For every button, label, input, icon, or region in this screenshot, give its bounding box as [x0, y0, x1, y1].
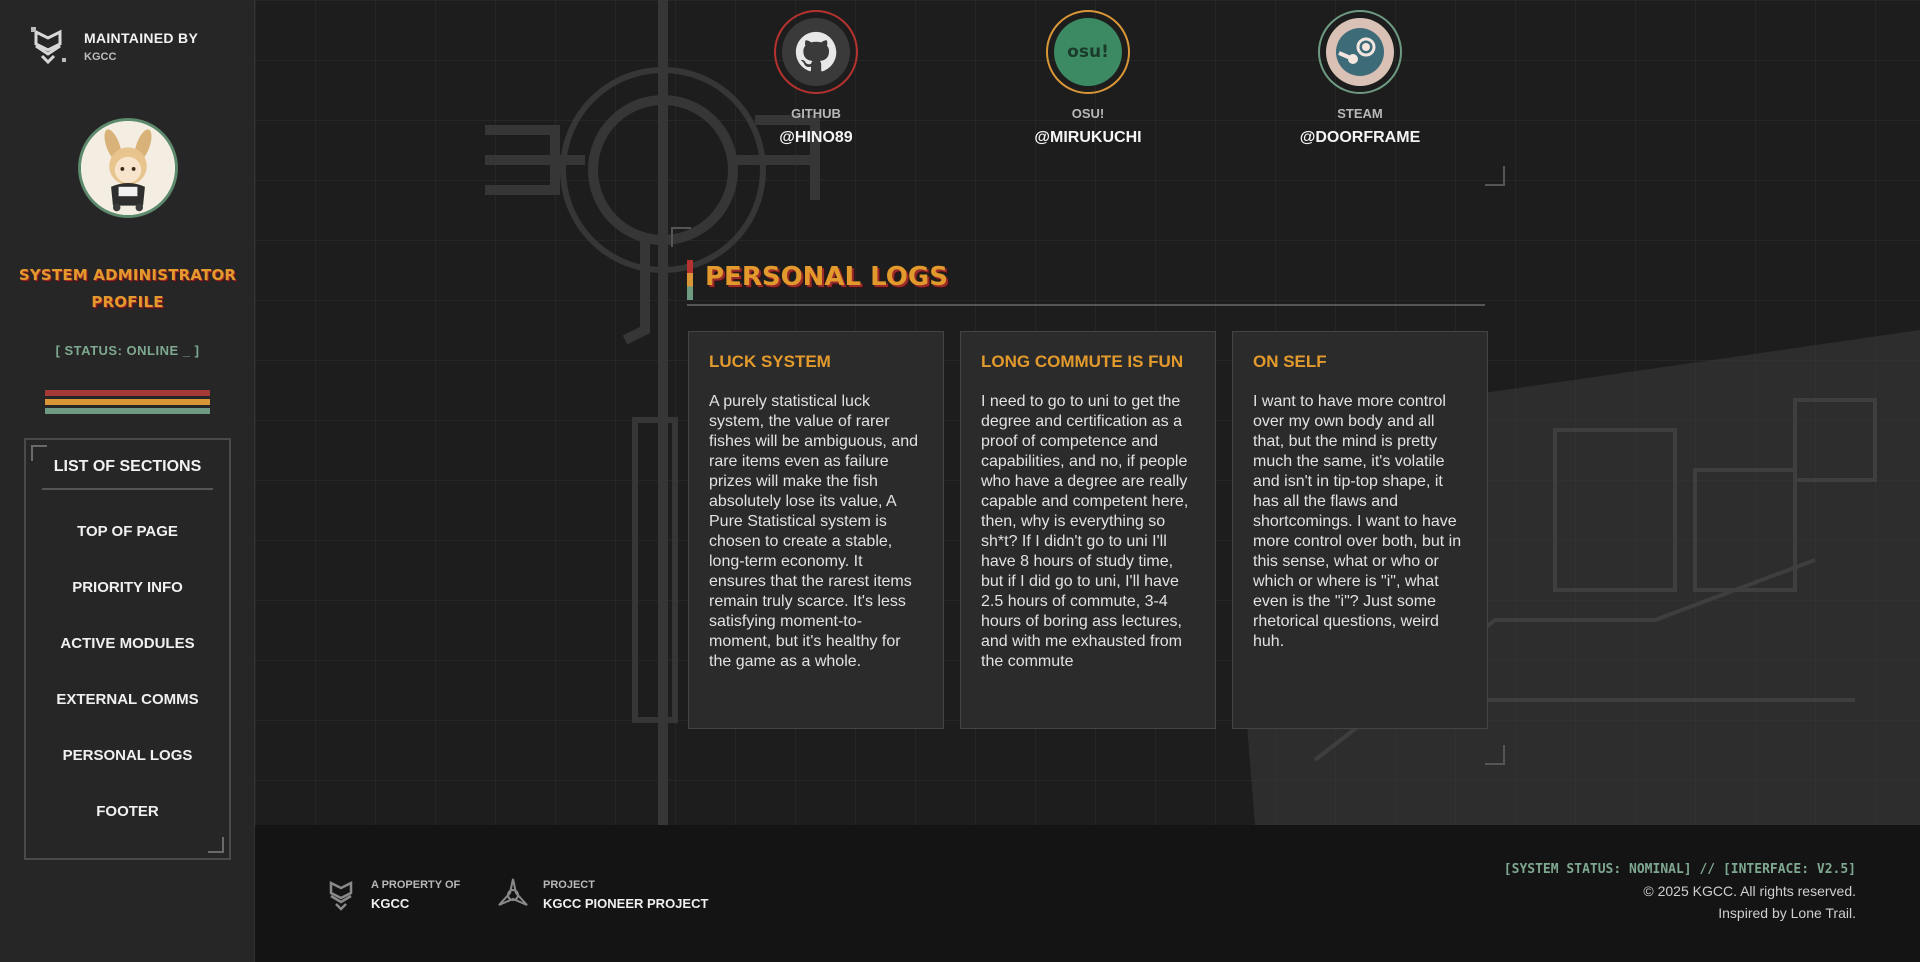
frame-corner [208, 837, 224, 853]
social-github[interactable]: GITHUB @HINO89 [736, 10, 896, 147]
github-glyph [795, 31, 837, 72]
maintained-by-name: KGCC [84, 50, 117, 63]
nav-active-modules[interactable]: ACTIVE MODULES [26, 635, 229, 652]
section-title: PERSONAL LOGS [705, 262, 948, 292]
social-label: STEAM [1337, 106, 1383, 121]
avatar [78, 118, 178, 218]
frame-corner [671, 227, 691, 247]
property-block: A PROPERTY OF KGCC [325, 877, 460, 913]
property-label: A PROPERTY OF [371, 879, 461, 891]
social-steam[interactable]: STEAM @DOORFRAME [1280, 10, 1440, 147]
section-divider [687, 304, 1485, 306]
steam-icon[interactable] [1318, 10, 1402, 94]
log-title: LONG COMMUTE IS FUN [981, 352, 1184, 371]
project-block: PROJECT KGCC PIONEER PROJECT [497, 877, 708, 913]
log-card: LONG COMMUTE IS FUN I need to go to uni … [960, 331, 1216, 729]
copyright: © 2025 KGCC. All rights reserved. [1643, 883, 1856, 899]
avatar-image [81, 121, 175, 215]
log-body: I need to go to uni to get the degree an… [981, 393, 1189, 670]
heading-accent-bar [687, 260, 693, 300]
kgcc-logo-icon [31, 27, 66, 65]
osu-icon[interactable]: osu! [1046, 10, 1130, 94]
log-body: A purely statistical luck system, the va… [709, 393, 919, 670]
status-indicator: [ STATUS: ONLINE _ ] [55, 343, 200, 358]
inspired-by: Inspired by Lone Trail. [1718, 905, 1856, 921]
main-content: GITHUB @HINO89 osu! OSU! @MIRUKUCHI STEA… [255, 0, 1920, 825]
log-card: ON SELF I want to have more control over… [1232, 331, 1488, 729]
stripe-orange [45, 399, 210, 405]
social-handle[interactable]: @HINO89 [736, 129, 896, 147]
footer: A PROPERTY OF KGCC PROJECT KGCC PIONEER … [255, 825, 1920, 962]
maintainer-block: MAINTAINED BY KGCC [28, 24, 198, 68]
maintained-by-label: MAINTAINED BY [84, 29, 199, 46]
sidebar: MAINTAINED BY KGCC SYSTEM ADMINISTRATOR … [0, 0, 255, 962]
color-stripes [45, 390, 210, 417]
project-value: KGCC PIONEER PROJECT [543, 896, 709, 911]
social-label: GITHUB [791, 106, 841, 121]
log-title: ON SELF [1253, 352, 1327, 371]
stripe-red [45, 390, 210, 396]
log-card: LUCK SYSTEM A purely statistical luck sy… [688, 331, 944, 729]
frame-corner [1485, 166, 1505, 186]
osu-glyph: osu! [1054, 18, 1122, 86]
project-label: PROJECT [543, 879, 595, 891]
nav-priority-info[interactable]: PRIORITY INFO [26, 579, 229, 596]
sections-heading: LIST OF SECTIONS [42, 458, 213, 490]
stripe-green [45, 408, 210, 414]
github-icon[interactable] [774, 10, 858, 94]
compass-star-icon [498, 878, 528, 906]
footer-meta: [SYSTEM STATUS: NOMINAL] // [INTERFACE: … [1504, 862, 1856, 921]
social-label: OSU! [1071, 106, 1105, 121]
nav-external-comms[interactable]: EXTERNAL COMMS [26, 691, 229, 708]
profile-title: SYSTEM ADMINISTRATOR PROFILE [18, 266, 237, 311]
log-body: I want to have more control over my own … [1253, 393, 1462, 650]
steam-glyph [1336, 28, 1384, 76]
nav-footer[interactable]: FOOTER [26, 803, 229, 820]
social-osu[interactable]: osu! OSU! @MIRUKUCHI [1008, 10, 1168, 147]
social-handle[interactable]: @DOORFRAME [1280, 129, 1440, 147]
property-value: KGCC [371, 896, 410, 911]
social-handle[interactable]: @MIRUKUCHI [1008, 129, 1168, 147]
log-title: LUCK SYSTEM [709, 352, 831, 371]
system-status: [SYSTEM STATUS: NOMINAL] // [INTERFACE: … [1503, 862, 1856, 877]
section-nav: LIST OF SECTIONS TOP OF PAGE PRIORITY IN… [24, 438, 231, 860]
kgcc-logo-icon [329, 880, 353, 911]
nav-top-of-page[interactable]: TOP OF PAGE [26, 523, 229, 540]
nav-personal-logs[interactable]: PERSONAL LOGS [26, 747, 229, 764]
frame-corner [1485, 745, 1505, 765]
